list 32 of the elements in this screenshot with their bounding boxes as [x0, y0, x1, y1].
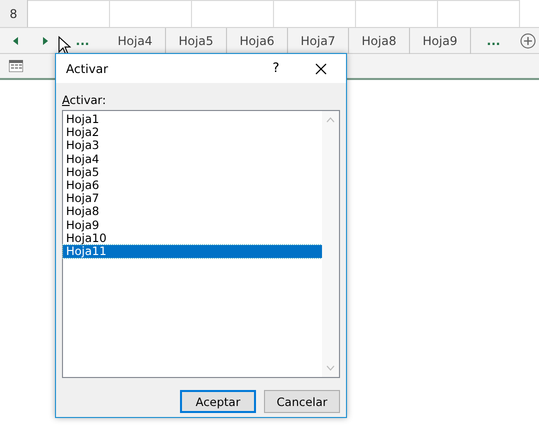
table-cell[interactable]: [110, 0, 192, 27]
scroll-left-icon[interactable]: [12, 36, 18, 44]
list-item[interactable]: Hoja9: [63, 218, 322, 232]
dialog-button[interactable]: Cancelar: [264, 390, 340, 413]
table-cell[interactable]: [28, 0, 110, 27]
list-item[interactable]: Hoja11: [63, 244, 322, 258]
add-sheet-icon[interactable]: [520, 32, 536, 48]
list-item[interactable]: Hoja6: [63, 178, 322, 192]
list-label: Activar:: [62, 93, 106, 107]
scroll-down-icon[interactable]: [326, 365, 335, 371]
row-header: 8: [0, 0, 28, 27]
table-cell[interactable]: [356, 0, 438, 27]
list-item[interactable]: Hoja5: [63, 166, 322, 179]
list-item[interactable]: Hoja2: [63, 126, 322, 140]
close-icon[interactable]: [315, 62, 327, 74]
scroll-right-icon[interactable]: [42, 36, 48, 44]
list-item[interactable]: Hoja7: [63, 192, 322, 206]
list-item[interactable]: Hoja1: [63, 113, 322, 126]
dialog-button[interactable]: Aceptar: [180, 390, 256, 413]
more-tabs-button[interactable]: ...: [471, 34, 516, 48]
help-button[interactable]: ?: [256, 61, 296, 76]
sheet-view-icon[interactable]: [9, 60, 23, 72]
list-item[interactable]: Hoja3: [63, 139, 322, 153]
table-cell[interactable]: [274, 0, 356, 27]
sheet-list[interactable]: Hoja1 Hoja2 Hoja3 Hoja4 Hoja5 Hoja6 Hoja7 Hoja8 Hoja9 Hoja10 Hoja11: [62, 110, 340, 378]
table-cell[interactable]: [438, 0, 520, 27]
list-item[interactable]: Hoja4: [63, 152, 322, 166]
list-item[interactable]: Hoja10: [63, 232, 322, 245]
table-cell[interactable]: [192, 0, 274, 27]
scroll-up-icon[interactable]: [326, 117, 335, 123]
list-item[interactable]: Hoja8: [63, 205, 322, 218]
dialog-title: Activar: [66, 62, 110, 76]
